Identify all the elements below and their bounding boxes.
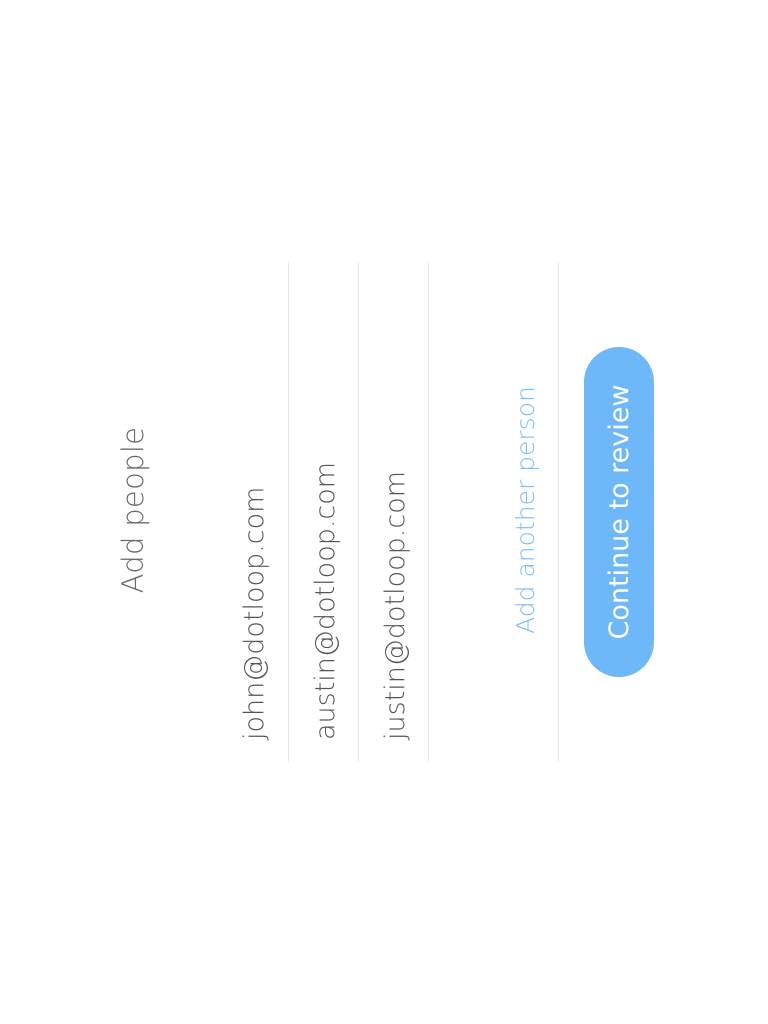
row-divider bbox=[358, 262, 359, 762]
row-divider bbox=[558, 262, 559, 762]
continue-to-review-button[interactable] bbox=[584, 347, 654, 677]
page-title: Add people bbox=[116, 426, 150, 594]
row-divider bbox=[428, 262, 429, 762]
person-email-field[interactable]: justin@dotloop.com bbox=[375, 420, 415, 740]
person-email-field[interactable]: austin@dotloop.com bbox=[305, 420, 345, 740]
add-people-screen: Add people john@dotloop.com austin@dotlo… bbox=[0, 0, 768, 1024]
person-email-field[interactable]: john@dotloop.com bbox=[234, 420, 274, 740]
add-another-person-link[interactable]: Add another person bbox=[508, 380, 542, 640]
row-divider bbox=[288, 262, 289, 762]
